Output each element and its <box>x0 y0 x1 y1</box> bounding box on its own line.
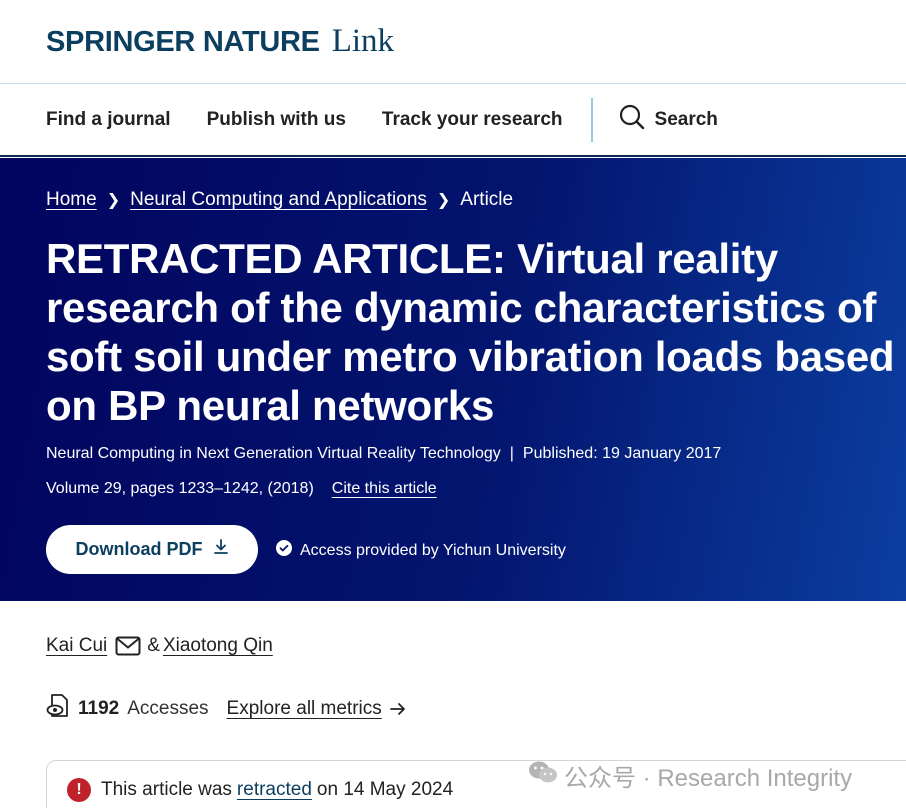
logo-product: Link <box>331 23 395 59</box>
cite-article-link[interactable]: Cite this article <box>332 480 437 498</box>
article-meta: Neural Computing in Next Generation Virt… <box>46 445 721 463</box>
search-button[interactable]: Search <box>619 104 718 136</box>
search-icon <box>619 104 645 136</box>
accesses-count: 1192 <box>78 698 120 719</box>
watermark-text: 公众号 · Research Integrity <box>564 765 853 792</box>
wechat-icon <box>528 759 558 792</box>
meta-separator: | <box>509 445 514 462</box>
author-separator: & <box>147 635 160 656</box>
watermark: 公众号 · Research Integrity <box>528 758 852 793</box>
mail-icon[interactable] <box>115 636 141 656</box>
breadcrumb-journal[interactable]: Neural Computing and Applications <box>130 189 427 211</box>
breadcrumb-home[interactable]: Home <box>46 189 97 211</box>
volume-info: Volume 29, pages 1233–1242, (2018) Cite … <box>46 480 437 498</box>
main-nav: Find a journal Publish with us Track you… <box>0 84 906 157</box>
chevron-right-icon: ❯ <box>106 192 121 209</box>
notice-prefix: This article was <box>101 779 232 800</box>
chevron-right-icon: ❯ <box>436 192 451 209</box>
alert-icon: ! <box>67 778 91 802</box>
download-pdf-label: Download PDF <box>75 539 203 559</box>
nav-find-journal[interactable]: Find a journal <box>46 109 171 131</box>
logo-brand: SPRINGER NATURE <box>46 26 320 58</box>
access-info: Access provided by Yichun University <box>276 540 566 561</box>
check-circle-icon <box>276 540 292 561</box>
breadcrumb-current: Article <box>460 189 514 210</box>
accesses-icon <box>46 693 72 725</box>
volume-pages: Volume 29, pages 1233–1242, (2018) <box>46 480 314 497</box>
author-kai-cui[interactable]: Kai Cui <box>46 635 107 657</box>
download-icon <box>213 539 229 560</box>
article-title: RETRACTED ARTICLE: Virtual reality resea… <box>46 235 895 429</box>
arrow-right-icon <box>389 702 406 716</box>
article-header: Home ❯ Neural Computing and Applications… <box>0 158 906 601</box>
retracted-link[interactable]: retracted <box>237 779 312 801</box>
access-text: Access provided by Yichun University <box>300 541 566 559</box>
nav-divider <box>590 97 593 142</box>
springer-nature-link-logo[interactable]: SPRINGER NATURE Link <box>46 23 394 60</box>
logo-bar: SPRINGER NATURE Link <box>0 0 906 84</box>
nav-publish-with-us[interactable]: Publish with us <box>207 109 346 131</box>
author-xiaotong-qin[interactable]: Xiaotong Qin <box>163 635 273 657</box>
download-pdf-button[interactable]: Download PDF <box>46 525 258 574</box>
author-list: Kai Cui & Xiaotong Qin <box>46 635 273 657</box>
breadcrumb: Home ❯ Neural Computing and Applications… <box>46 189 513 211</box>
search-label: Search <box>654 108 718 130</box>
accesses-label: Accesses <box>127 698 209 719</box>
explore-metrics-link[interactable]: Explore all metrics <box>227 698 382 720</box>
collection-name: Neural Computing in Next Generation Virt… <box>46 445 501 462</box>
published-date: Published: 19 January 2017 <box>522 445 722 462</box>
nav-track-research[interactable]: Track your research <box>382 109 563 131</box>
notice-suffix: on 14 May 2024 <box>316 779 454 800</box>
metrics-row: 1192 Accesses Explore all metrics <box>46 693 406 725</box>
